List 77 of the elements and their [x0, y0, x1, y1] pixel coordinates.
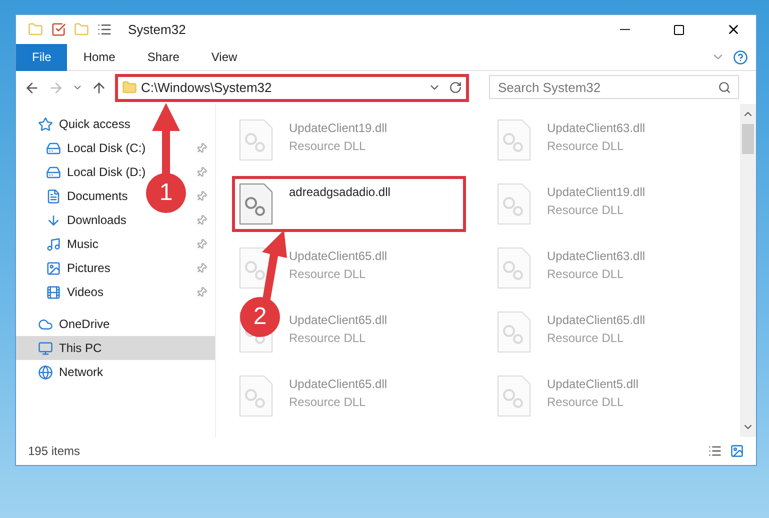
- nav-item[interactable]: Network: [38, 363, 104, 381]
- music-note-icon: [46, 236, 61, 252]
- ribbon-tab[interactable]: File: [16, 44, 68, 70]
- nav-item[interactable]: Videos: [46, 283, 104, 301]
- help-icon[interactable]: [733, 50, 748, 64]
- file-name[interactable]: adreadgsadadio.dll: [289, 183, 390, 201]
- new-folder-icon[interactable]: [74, 22, 89, 37]
- document-icon: [46, 188, 61, 204]
- nav-item[interactable]: Local Disk (D:): [46, 163, 146, 181]
- search-field[interactable]: Search System32: [489, 75, 739, 100]
- properties-icon[interactable]: [51, 22, 66, 37]
- dll-file-icon: [497, 247, 531, 289]
- nav-label: Local Disk (D:): [67, 164, 146, 181]
- dll-file-icon: [239, 119, 273, 161]
- highlighted-file-item[interactable]: adreadgsadadio.dll: [232, 176, 466, 232]
- file-type: Resource DLL: [547, 202, 625, 219]
- minimize-icon: [620, 29, 630, 30]
- file-type: Resource DLL: [289, 330, 367, 347]
- star-icon: [38, 116, 53, 132]
- file-type: Resource DLL: [289, 266, 367, 283]
- nav-label: Quick access: [59, 116, 130, 133]
- download-icon: [46, 212, 61, 228]
- ribbon-tab[interactable]: Home: [67, 44, 132, 70]
- back-icon[interactable]: [24, 80, 40, 96]
- nav-item[interactable]: Music: [46, 235, 98, 253]
- dll-file-icon: [497, 183, 531, 225]
- scrollbar[interactable]: [740, 104, 756, 437]
- nav-label: Pictures: [67, 260, 110, 277]
- drive-icon: [46, 164, 61, 180]
- nav-item[interactable]: OneDrive: [38, 315, 110, 333]
- view-icon[interactable]: [97, 22, 112, 37]
- nav-label: Music: [67, 236, 98, 253]
- file-type: Resource DLL: [547, 138, 625, 155]
- nav-label: Videos: [67, 284, 104, 301]
- film-icon: [46, 284, 61, 300]
- nav-item[interactable]: Quick access: [38, 115, 130, 133]
- picture-icon: [46, 260, 61, 276]
- item-count: 195 items: [28, 443, 82, 460]
- folder-icon: [122, 80, 137, 95]
- file-type: Resource DLL: [547, 330, 625, 347]
- search-icon: [718, 81, 731, 94]
- large-icons-view-icon[interactable]: [730, 444, 744, 458]
- file-type: Resource DLL: [547, 394, 625, 411]
- maximize-icon: [673, 24, 685, 36]
- forward-icon[interactable]: [48, 80, 64, 96]
- cloud-icon: [38, 316, 53, 332]
- up-icon[interactable]: [91, 80, 107, 96]
- dll-file-icon: [497, 119, 531, 161]
- computer-icon: [38, 340, 53, 356]
- nav-label: Local Disk (C:): [67, 140, 146, 157]
- drive-icon: [46, 140, 61, 156]
- window-title: System32: [128, 20, 186, 39]
- nav-item[interactable]: Documents: [46, 187, 128, 205]
- dll-file-icon: [239, 183, 273, 225]
- refresh-icon[interactable]: [449, 81, 462, 94]
- address-path: C:\Windows\System32: [141, 78, 273, 97]
- dll-file-icon: [497, 375, 531, 417]
- dll-file-icon: [239, 375, 273, 417]
- nav-label: OneDrive: [59, 316, 110, 333]
- address-bar[interactable]: C:\Windows\System32: [115, 74, 469, 102]
- nav-label: Downloads: [67, 212, 126, 229]
- nav-label: This PC: [59, 340, 102, 357]
- scroll-thumb[interactable]: [742, 124, 754, 154]
- file-type: Resource DLL: [289, 138, 367, 155]
- details-view-icon[interactable]: [708, 444, 722, 458]
- globe-icon: [38, 364, 53, 380]
- nav-label: Network: [59, 364, 104, 381]
- ribbon-tab[interactable]: View: [195, 44, 254, 70]
- file-type: Resource DLL: [289, 394, 367, 411]
- nav-item[interactable]: Local Disk (C:): [46, 139, 146, 157]
- folder-icon[interactable]: [28, 22, 43, 37]
- ribbon-tab[interactable]: Share: [131, 44, 196, 70]
- dll-file-icon: [497, 311, 531, 353]
- nav-item[interactable]: Downloads: [46, 211, 126, 229]
- nav-label: Documents: [67, 188, 128, 205]
- file-type: Resource DLL: [547, 266, 625, 283]
- nav-item[interactable]: Pictures: [46, 259, 110, 277]
